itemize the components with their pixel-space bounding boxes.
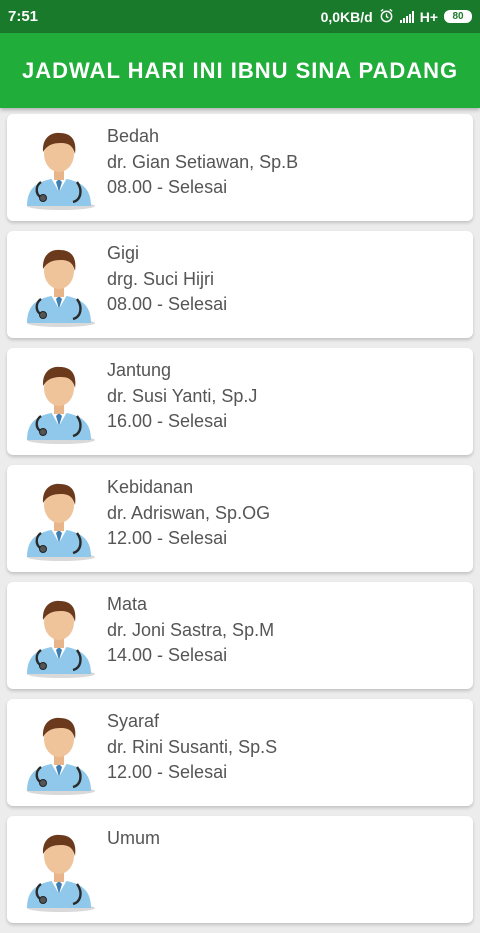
status-time: 7:51 (8, 8, 39, 25)
status-indicators: 0,0KB/d H+ 80 (321, 8, 472, 26)
data-rate: 0,0KB/d (320, 8, 373, 25)
doctor-card[interactable]: Gigi drg. Suci Hijri 08.00 - Selesai (7, 231, 473, 338)
doctor-schedule: 14.00 - Selesai (107, 645, 228, 665)
doctor-department: Gigi (107, 243, 140, 263)
doctor-name: dr. Rini Susanti, Sp.S (107, 736, 278, 757)
doctor-avatar-icon (21, 477, 97, 561)
doctor-department: Jantung (107, 360, 172, 380)
doctor-department: Kebidanan (107, 477, 194, 497)
doctor-info: Syaraf dr. Rini Susanti, Sp.S 12.00 - Sele… (107, 709, 277, 786)
doctor-schedule: 12.00 - Selesai (107, 528, 228, 548)
doctor-avatar-icon (21, 243, 97, 327)
doctor-schedule: 08.00 - Selesai (107, 177, 228, 197)
doctor-info: Kebidanan dr. Adriswan, Sp.OG 12.00 - Sele… (107, 475, 270, 552)
doctor-info: Mata dr. Joni Sastra, Sp.M 14.00 - Selesai (107, 592, 274, 669)
doctor-card[interactable]: Umum (7, 816, 473, 923)
doctor-name: dr. Adriswan, Sp.OG (107, 502, 271, 523)
doctor-info: Gigi drg. Suci Hijri 08.00 - Selesai (107, 241, 227, 318)
doctor-list[interactable]: Bedah dr. Gian Setiawan, Sp.B 08.00 - Sele… (7, 114, 473, 933)
doctor-card[interactable]: Mata dr. Joni Sastra, Sp.M 14.00 - Selesai (7, 582, 473, 689)
doctor-name: dr. Gian Setiawan, Sp.B (107, 151, 299, 172)
doctor-card[interactable]: Jantung dr. Susi Yanti, Sp.J 16.00 - Seles… (7, 348, 473, 455)
doctor-name: dr. Susi Yanti, Sp.J (107, 385, 258, 406)
status-bar: 7:51 0,0KB/d H+ 80 (0, 0, 480, 33)
doctor-card[interactable]: Syaraf dr. Rini Susanti, Sp.S 12.00 - Sele… (7, 699, 473, 806)
doctor-avatar-icon (21, 594, 97, 678)
doctor-avatar-icon (21, 711, 97, 795)
doctor-department: Bedah (107, 126, 160, 146)
doctor-schedule: 08.00 - Selesai (107, 294, 228, 314)
page-title: JADWAL HARI INI IBNU SINA PADANG (22, 57, 459, 83)
doctor-schedule: 12.00 - Selesai (107, 762, 228, 782)
alarm-icon (379, 8, 394, 26)
doctor-schedule: 16.00 - Selesai (107, 411, 228, 431)
battery-level: 80 (452, 11, 464, 22)
app-bar: JADWAL HARI INI IBNU SINA PADANG (0, 33, 480, 108)
doctor-department: Syaraf (107, 711, 160, 731)
doctor-card[interactable]: Kebidanan dr. Adriswan, Sp.OG 12.00 - Sele… (7, 465, 473, 572)
doctor-card[interactable]: Bedah dr. Gian Setiawan, Sp.B 08.00 - Sele… (7, 114, 473, 221)
doctor-info: Umum (107, 826, 160, 852)
doctor-info: Jantung dr. Susi Yanti, Sp.J 16.00 - Seles… (107, 358, 257, 435)
doctor-avatar-icon (21, 360, 97, 444)
doctor-avatar-icon (21, 126, 97, 210)
doctor-name: drg. Suci Hijri (107, 268, 215, 289)
signal-icon (399, 10, 414, 23)
doctor-info: Bedah dr. Gian Setiawan, Sp.B 08.00 - Sele… (107, 124, 298, 201)
doctor-avatar-icon (21, 828, 97, 912)
network-type: H+ (419, 8, 438, 25)
doctor-department: Umum (107, 828, 160, 848)
doctor-department: Mata (107, 594, 148, 614)
battery-icon: 80 (444, 10, 472, 23)
doctor-name: dr. Joni Sastra, Sp.M (107, 619, 275, 640)
